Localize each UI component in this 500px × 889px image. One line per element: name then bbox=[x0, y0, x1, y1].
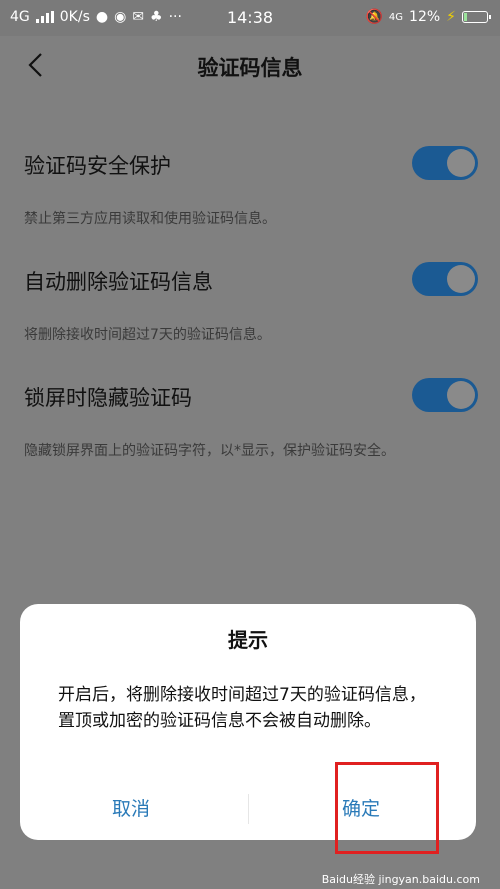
page-title: 验证码信息 bbox=[197, 56, 303, 80]
setting-row-auto-delete[interactable]: 自动删除验证码信息 bbox=[0, 242, 500, 320]
setting-row-security[interactable]: 验证码安全保护 bbox=[0, 126, 500, 204]
toggle-knob bbox=[447, 381, 475, 409]
settings-list: 验证码安全保护 禁止第三方应用读取和使用验证码信息。 自动删除验证码信息 将删除… bbox=[0, 126, 500, 474]
setting-desc: 隐藏锁屏界面上的验证码字符，以*显示，保护验证码安全。 bbox=[24, 443, 395, 459]
setting-desc: 将删除接收时间超过7天的验证码信息。 bbox=[24, 327, 271, 343]
auto-delete-toggle[interactable] bbox=[412, 262, 478, 296]
charging-icon: ⚡ bbox=[446, 9, 456, 25]
setting-label: 验证码安全保护 bbox=[24, 154, 171, 178]
battery-fill bbox=[464, 13, 467, 21]
status-right: 🔕 4G 12% ⚡ bbox=[365, 9, 491, 25]
dialog-message: 开启后，将删除接收时间超过7天的验证码信息，置顶或加密的验证码信息不会被自动删除… bbox=[58, 685, 426, 731]
setting-desc: 禁止第三方应用读取和使用验证码信息。 bbox=[24, 211, 276, 227]
setting-row-lockscreen-hide[interactable]: 锁屏时隐藏验证码 bbox=[0, 358, 500, 436]
security-toggle[interactable] bbox=[412, 146, 478, 180]
watermark: Baidu经验 jingyan.baidu.com bbox=[321, 873, 480, 886]
toggle-knob bbox=[447, 149, 475, 177]
network-label-right: 4G bbox=[388, 11, 404, 23]
cancel-button[interactable]: 取消 bbox=[112, 794, 150, 821]
setting-label: 锁屏时隐藏验证码 bbox=[24, 386, 192, 410]
button-divider bbox=[248, 794, 249, 824]
setting-label: 自动删除验证码信息 bbox=[24, 270, 213, 294]
header: 验证码信息 bbox=[0, 36, 500, 96]
lockscreen-hide-toggle[interactable] bbox=[412, 378, 478, 412]
highlight-box bbox=[335, 762, 439, 854]
status-bar: 4G 0K/s ● ◉ ✉ ♣ ··· 14:38 🔕 4G 12% ⚡ bbox=[0, 0, 500, 36]
battery-icon bbox=[462, 11, 491, 23]
mute-icon: 🔕 bbox=[365, 9, 383, 25]
toggle-knob bbox=[447, 265, 475, 293]
battery-percent: 12% bbox=[409, 9, 441, 25]
dialog-title: 提示 bbox=[228, 628, 268, 652]
